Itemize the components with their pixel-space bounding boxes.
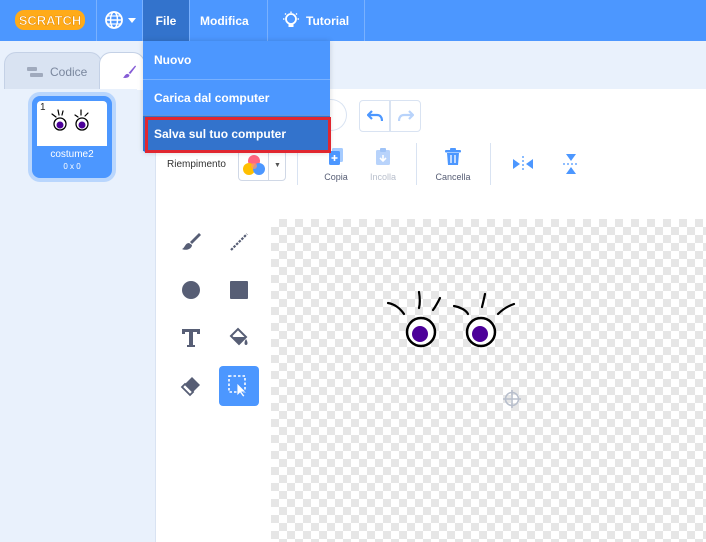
toolbar-separator: [490, 143, 491, 185]
tab-code[interactable]: Codice: [4, 52, 102, 90]
highlight-annotation: [145, 117, 331, 153]
svg-text:SCRATCH: SCRATCH: [19, 13, 82, 28]
lightbulb-icon: [283, 11, 299, 27]
color-swatch-icon: [243, 154, 265, 175]
flip-horizontal-icon: [513, 156, 533, 172]
costume-thumbnail: 1: [37, 101, 107, 146]
caret-down-icon: [128, 18, 136, 23]
flip-horizontal-button[interactable]: [512, 152, 534, 176]
code-blocks-icon: [27, 66, 43, 77]
undo-button[interactable]: [359, 100, 390, 132]
menu-bar: SCRATCH File Modifica Tutorial: [0, 0, 706, 41]
globe-icon: [105, 11, 123, 29]
fill-label: Riempimento: [167, 159, 226, 170]
redo-icon: [397, 110, 414, 122]
file-menu[interactable]: File: [143, 0, 189, 41]
copy-button[interactable]: Copia: [312, 148, 360, 188]
tutorial-label: Tutorial: [306, 13, 350, 28]
delete-button[interactable]: Cancella: [429, 148, 477, 188]
costume-name: costume2: [50, 149, 94, 160]
paint-bucket-icon: [229, 327, 248, 346]
canvas-center-crosshair-icon: [503, 390, 521, 408]
caret-down-icon: ▼: [268, 151, 286, 180]
line-tool[interactable]: [219, 222, 259, 262]
brush-tool[interactable]: [171, 222, 211, 262]
rectangle-icon: [230, 281, 248, 299]
select-cursor-icon: [228, 375, 247, 398]
tutorial-menu[interactable]: Tutorial: [282, 0, 349, 41]
costume-item[interactable]: 1 costume2 0 x 0: [32, 96, 112, 178]
costume-number: 1: [40, 102, 46, 113]
fill-color-picker[interactable]: ▼: [238, 150, 286, 181]
edit-menu[interactable]: Modifica: [200, 0, 249, 41]
toolbar-separator: [416, 143, 417, 185]
trash-icon: [445, 148, 461, 165]
redo-button[interactable]: [390, 100, 421, 132]
tab-costumes[interactable]: [99, 52, 145, 90]
select-tool[interactable]: [219, 366, 259, 406]
paste-label: Incolla: [369, 172, 396, 182]
menu-item-load-from-computer[interactable]: Carica dal computer: [143, 79, 330, 115]
menu-divider: [267, 0, 268, 41]
eyes-drawing: [386, 290, 516, 348]
delete-label: Cancella: [435, 172, 471, 182]
brush-icon: [122, 64, 137, 78]
flip-vertical-icon: [563, 154, 579, 174]
paste-button[interactable]: Incolla: [359, 148, 407, 188]
eraser-tool[interactable]: [171, 366, 211, 406]
copy-label: Copia: [324, 172, 348, 182]
circle-icon: [182, 281, 200, 299]
menu-divider: [96, 0, 97, 41]
brush-icon: [182, 233, 201, 250]
menu-divider: [364, 0, 365, 41]
menu-item-new[interactable]: Nuovo: [143, 41, 330, 79]
rectangle-tool[interactable]: [219, 270, 259, 310]
language-menu[interactable]: [104, 8, 140, 32]
costume-size: 0 x 0: [63, 162, 81, 171]
eyes-thumbnail-image: [51, 109, 89, 131]
line-icon: [230, 233, 248, 251]
menu-divider: [189, 0, 190, 41]
text-icon: [182, 329, 200, 347]
fill-tool[interactable]: [219, 318, 259, 358]
undo-icon: [366, 110, 383, 122]
eraser-icon: [180, 377, 200, 397]
scratch-logo[interactable]: SCRATCH: [14, 8, 86, 32]
paint-canvas[interactable]: [271, 219, 706, 542]
paste-icon: [376, 148, 390, 165]
flip-vertical-button[interactable]: [560, 152, 582, 176]
text-tool[interactable]: [171, 318, 211, 358]
tab-code-label: Codice: [50, 64, 88, 79]
circle-tool[interactable]: [171, 270, 211, 310]
